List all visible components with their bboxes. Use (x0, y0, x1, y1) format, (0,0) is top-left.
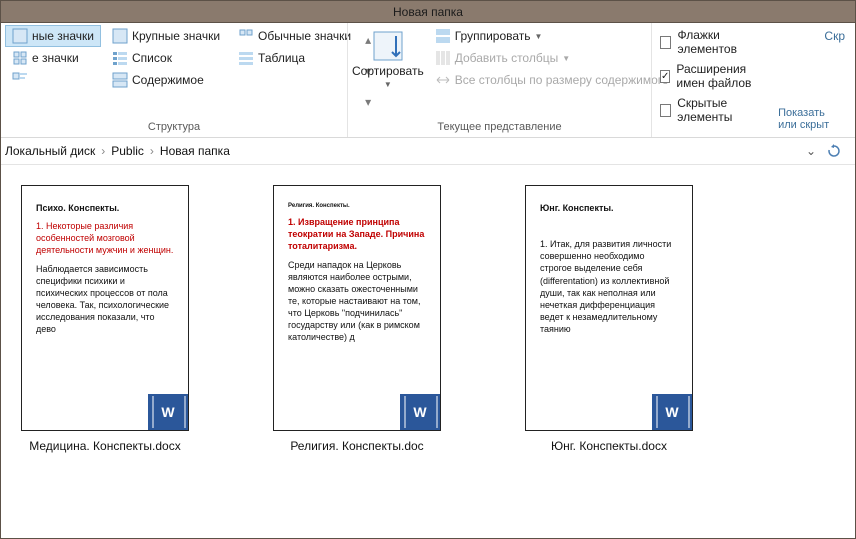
checkbox-icon (660, 36, 671, 49)
layout-small-icons[interactable]: е значки (5, 47, 101, 69)
chevron-right-icon[interactable]: › (99, 144, 107, 158)
list-icon (112, 50, 128, 66)
checkbox-icon (660, 104, 671, 117)
show-hide-label-cut: Показать или скрыт (778, 107, 845, 131)
layout-table[interactable]: Таблица (231, 47, 358, 69)
layout-list[interactable]: Список (105, 47, 227, 69)
file-name[interactable]: Медицина. Конспекты.docx (29, 439, 180, 453)
checkbox-file-extensions[interactable]: ✓ Расширения имен файлов (656, 59, 772, 93)
content-icon (112, 72, 128, 88)
file-name[interactable]: Юнг. Конспекты.docx (551, 439, 667, 453)
breadcrumb-seg[interactable]: Public (111, 144, 144, 158)
breadcrumb-seg[interactable]: Локальный диск (5, 144, 95, 158)
word-icon: W (398, 392, 441, 431)
file-thumbnail: Юнг. Конспекты. 1. Итак, для развития ли… (525, 185, 693, 431)
chevron-right-icon[interactable]: › (148, 144, 156, 158)
sort-icon (372, 30, 404, 62)
tiles-icon (12, 72, 28, 88)
window-title: Новая папка (393, 5, 463, 19)
group-layout-label: Структура (5, 117, 343, 137)
layout-medium-icons[interactable]: Обычные значки (231, 25, 358, 47)
large-icons-icon (112, 28, 128, 44)
file-item[interactable]: Религия. Конспекты. 1. Извращение принци… (273, 185, 441, 453)
window-titlebar: Новая папка (1, 1, 855, 23)
size-columns-button[interactable]: Все столбцы по размеру содержимого (428, 69, 676, 91)
medium-icons-icon (238, 28, 254, 44)
sort-button[interactable]: Сортировать ▼ (352, 25, 424, 93)
breadcrumb[interactable]: Локальный диск › Public › Новая папка ⌄ (1, 138, 855, 165)
file-thumbnail: Психо. Конспекты. 1. Некоторые различия … (21, 185, 189, 431)
small-icons-icon (12, 50, 28, 66)
chevron-down-icon: ▼ (384, 80, 392, 89)
checkbox-hidden-items[interactable]: Скрытые элементы (656, 93, 772, 127)
file-item[interactable]: Психо. Конспекты. 1. Некоторые различия … (21, 185, 189, 453)
file-pane[interactable]: Психо. Конспекты. 1. Некоторые различия … (1, 165, 855, 538)
file-item[interactable]: Юнг. Конспекты. 1. Итак, для развития ли… (525, 185, 693, 453)
add-columns-icon (435, 50, 451, 66)
ribbon: ные значки е значки Крупные значки (1, 23, 855, 138)
autosize-icon (435, 72, 451, 88)
file-thumbnail: Религия. Конспекты. 1. Извращение принци… (273, 185, 441, 431)
layout-large-icons[interactable]: Крупные значки (105, 25, 227, 47)
layout-extra-large-icons[interactable]: ные значки (5, 25, 101, 47)
layout-content[interactable]: Содержимое (105, 69, 227, 91)
chevron-down-icon: ▼ (562, 54, 570, 63)
refresh-icon[interactable] (827, 144, 843, 158)
group-icon (435, 28, 451, 44)
file-name[interactable]: Религия. Конспекты.doc (290, 439, 423, 453)
breadcrumb-seg[interactable]: Новая папка (160, 144, 230, 158)
breadcrumb-history-icon[interactable]: ⌄ (803, 144, 819, 158)
word-icon: W (146, 392, 189, 431)
group-view-label: Текущее представление (352, 117, 647, 137)
checkbox-icon: ✓ (660, 70, 670, 83)
extra-large-icons-icon (12, 28, 28, 44)
details-icon (238, 50, 254, 66)
checkbox-item-flags[interactable]: Флажки элементов (656, 25, 772, 59)
chevron-down-icon: ▼ (535, 32, 543, 41)
group-by-button[interactable]: Группировать ▼ (428, 25, 676, 47)
layout-tiles[interactable] (5, 69, 101, 91)
hide-items-cut[interactable]: Скр (824, 29, 845, 43)
explorer-window: Новая папка ные значки е значки (0, 0, 856, 539)
add-columns-button[interactable]: Добавить столбцы ▼ (428, 47, 676, 69)
word-icon: W (650, 392, 693, 431)
